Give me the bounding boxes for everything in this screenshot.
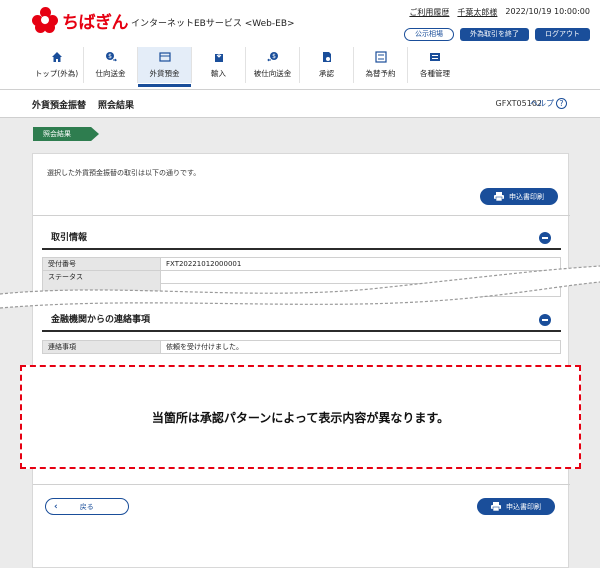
home-icon: [51, 51, 63, 63]
printer-icon: [491, 502, 501, 511]
collapse-notice-icon[interactable]: [539, 314, 551, 326]
print-label: 申込書印刷: [506, 502, 541, 511]
title-bar: 外貨預金振替 照会結果 GFXT05102 ヘルプ ?: [0, 90, 600, 118]
end-fx-button[interactable]: 外為取引を終了: [460, 28, 529, 41]
usage-history-link[interactable]: ご利用履歴: [409, 7, 449, 18]
rates-button[interactable]: 公示相場: [404, 28, 454, 41]
page-title-main: 外貨預金振替: [32, 101, 87, 111]
page-title: 外貨預金振替 照会結果: [32, 98, 134, 111]
incoming-remittance-icon: $: [266, 51, 279, 63]
collapse-transaction-icon[interactable]: [539, 232, 551, 244]
svg-text:$: $: [108, 53, 112, 60]
nav-label: 為替予約: [365, 69, 396, 78]
user-name-link[interactable]: 千葉太郎様: [457, 7, 497, 18]
divider: [33, 215, 570, 216]
chibagin-logo-icon: [32, 7, 58, 33]
page-title-sub: 照会結果: [98, 101, 135, 111]
nav-outgoing-remittance[interactable]: $ 仕向送金: [84, 47, 138, 83]
approval-pattern-notice: 当箇所は承認パターンによって表示内容が異なります。: [20, 365, 581, 469]
top-links: ご利用履歴 千葉太郎様 2022/10/19 10:00:00: [409, 7, 590, 18]
management-icon: [429, 51, 441, 63]
nav-label: 輸入: [211, 69, 226, 78]
chevron-left-icon: ‹: [54, 501, 58, 512]
printer-icon: [494, 192, 504, 201]
main-nav: トップ(外為) $ 仕向送金 外貨預金 輸入 $ 被仕向送金 承認 為替予約 各…: [30, 47, 462, 87]
omission-wave: [0, 265, 600, 309]
nav-label: 外貨預金: [149, 69, 180, 78]
nav-approval[interactable]: 承認: [300, 47, 354, 83]
result-card: 選択した外貨預金振替の取引は以下の通りです。 申込書印刷 取引情報 受付番号 F…: [32, 153, 570, 568]
header-buttons: 公示相場 外為取引を終了 ログアウト: [404, 28, 590, 41]
nav-label: 各種管理: [420, 69, 450, 78]
section-notice-title: 金融機関からの連絡事項: [51, 315, 151, 325]
logout-button[interactable]: ログアウト: [535, 28, 590, 41]
help-label: ヘルプ: [530, 99, 554, 108]
row-value: 依頼を受け付けました。: [166, 343, 243, 351]
nav-label: 仕向送金: [95, 69, 126, 78]
help-icon: ?: [556, 98, 567, 109]
outgoing-remittance-icon: $: [105, 51, 117, 63]
section-line: [42, 330, 561, 332]
table-row: 連絡事項 依頼を受け付けました。: [42, 340, 561, 354]
nav-import[interactable]: 輸入: [192, 47, 246, 83]
section-transaction-title: 取引情報: [51, 233, 88, 243]
import-icon: [213, 51, 225, 63]
nav-incoming-remittance[interactable]: $ 被仕向送金: [246, 47, 300, 83]
intro-text: 選択した外貨預金振替の取引は以下の通りです。: [47, 169, 201, 177]
nav-label: 被仕向送金: [253, 69, 292, 78]
logo[interactable]: ちばぎん インターネットEBサービス <Web-EB>: [32, 7, 295, 33]
nav-fx-contract[interactable]: 為替予約: [354, 47, 408, 83]
nav-fx-deposit[interactable]: 外貨預金: [138, 47, 192, 87]
divider: [33, 484, 570, 485]
section-line: [42, 248, 561, 250]
print-label: 申込書印刷: [509, 192, 544, 201]
nav-management[interactable]: 各種管理: [408, 47, 462, 83]
print-button-bottom[interactable]: 申込書印刷: [477, 498, 555, 515]
login-datetime: 2022/10/19 10:00:00: [505, 7, 590, 16]
nav-label: トップ(外為): [34, 69, 79, 78]
header: ちばぎん インターネットEBサービス <Web-EB> ご利用履歴 千葉太郎様 …: [0, 0, 600, 90]
help-link[interactable]: ヘルプ ?: [530, 98, 567, 109]
svg-text:$: $: [272, 53, 276, 60]
back-label: 戻る: [79, 502, 94, 511]
nav-top[interactable]: トップ(外為): [30, 47, 84, 83]
approval-icon: [321, 51, 333, 63]
print-button-top[interactable]: 申込書印刷: [480, 188, 558, 205]
back-button[interactable]: ‹ 戻る: [45, 498, 129, 515]
service-name: インターネットEBサービス <Web-EB>: [131, 18, 295, 29]
step-badge: 照会結果: [33, 127, 99, 141]
row-label: 連絡事項: [43, 341, 161, 353]
fx-deposit-icon: [158, 51, 171, 63]
fx-contract-icon: [374, 51, 387, 63]
brand-name: ちばぎん: [62, 12, 129, 33]
nav-label: 承認: [319, 69, 334, 78]
